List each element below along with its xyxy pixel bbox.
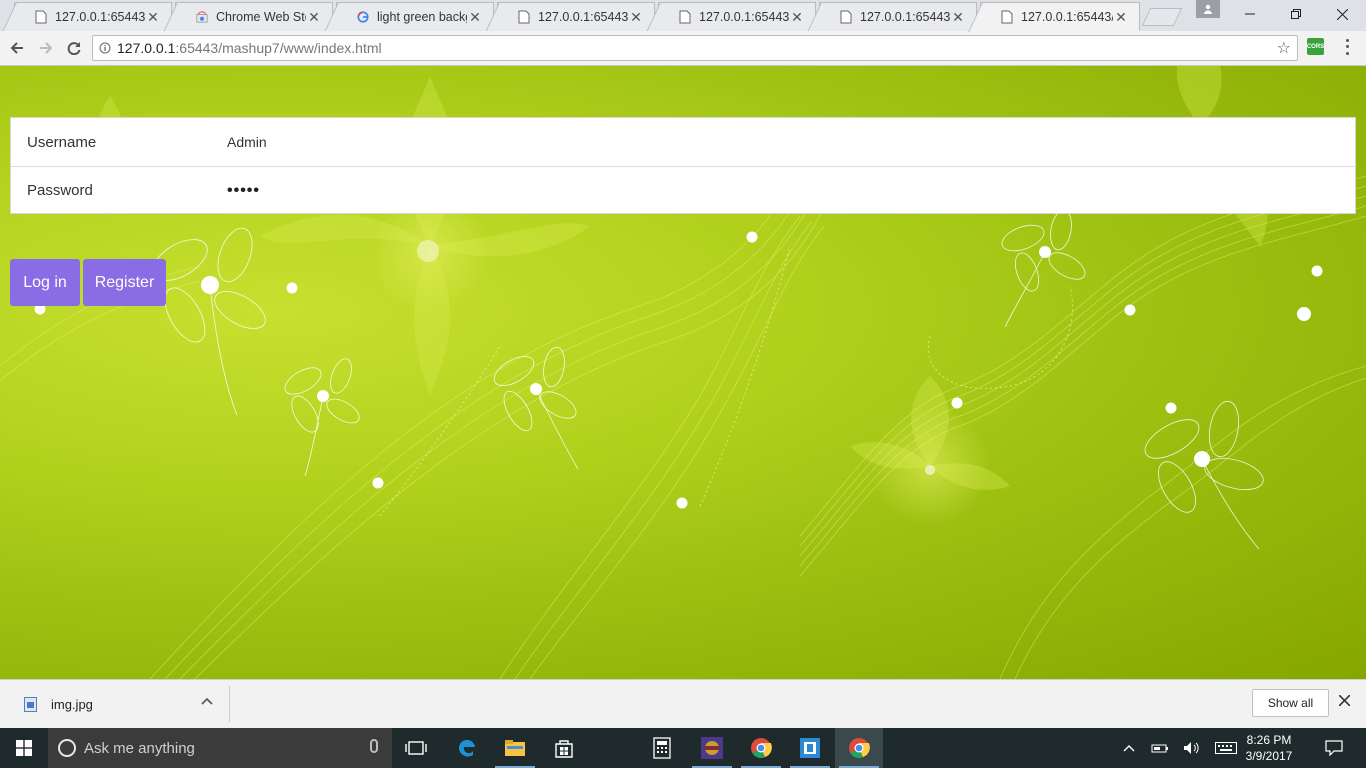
profile-icon[interactable] — [1196, 0, 1220, 18]
file-explorer-icon[interactable] — [491, 728, 539, 768]
volume-icon[interactable] — [1180, 728, 1204, 768]
windows-taskbar: Ask me anything 8:26 PM 3/9/2017 — [0, 728, 1366, 768]
url-host: 127.0.0.1 — [117, 40, 176, 56]
browser-tab[interactable]: Chrome Web Store ✕ — [175, 2, 333, 31]
back-arrow-icon — [10, 42, 23, 54]
new-tab-button[interactable] — [1141, 8, 1183, 26]
tab-title: 127.0.0.1:65443/ma — [1021, 10, 1113, 24]
google-icon — [357, 11, 369, 23]
tab-title: 127.0.0.1:65443/ma — [699, 10, 789, 24]
browser-tab[interactable]: 127.0.0.1:65443/ma ✕ — [658, 2, 816, 31]
close-tab-icon[interactable]: ✕ — [628, 9, 644, 26]
close-tab-icon[interactable]: ✕ — [1113, 9, 1129, 26]
forward-button[interactable] — [34, 36, 58, 60]
tab-title: Chrome Web Store — [216, 10, 306, 24]
store-icon[interactable] — [540, 728, 588, 768]
password-input[interactable]: ••••• — [227, 182, 260, 200]
reload-icon — [67, 42, 81, 55]
browser-tab[interactable]: 127.0.0.1:65443/ma ✕ — [819, 2, 977, 31]
keyboard-icon[interactable] — [1212, 728, 1240, 768]
login-form: Username Admin Password ••••• — [10, 117, 1356, 214]
tab-title: 127.0.0.1:65443/ma — [55, 10, 145, 24]
username-row: Username Admin — [11, 118, 1355, 166]
page-content: Username Admin Password ••••• Log in Reg… — [0, 66, 1366, 679]
chrome-menu-icon[interactable] — [1340, 37, 1354, 57]
page-icon — [35, 10, 47, 24]
url-path: :65443/mashup7/www/index.html — [175, 40, 382, 56]
minimize-icon — [1245, 13, 1255, 15]
restore-icon — [1291, 9, 1301, 19]
username-label: Username — [27, 133, 97, 151]
search-placeholder: Ask me anything — [84, 739, 195, 757]
remote-app-icon[interactable] — [786, 728, 834, 768]
browser-tab-active[interactable]: 127.0.0.1:65443/ma ✕ — [980, 2, 1140, 31]
page-icon — [679, 10, 691, 24]
calculator-icon[interactable] — [638, 728, 686, 768]
tab-title: light green backgr — [377, 10, 467, 24]
page-icon — [840, 10, 852, 24]
show-all-button[interactable]: Show all — [1252, 689, 1329, 717]
register-button[interactable]: Register — [83, 259, 166, 306]
browser-tab[interactable]: 127.0.0.1:65443/ma ✕ — [14, 2, 172, 31]
chevron-up-icon[interactable] — [201, 694, 213, 708]
username-input[interactable]: Admin — [227, 134, 267, 150]
system-clock[interactable]: 8:26 PM 3/9/2017 — [1244, 732, 1294, 764]
close-icon — [1336, 8, 1348, 20]
bookmark-star-icon[interactable]: ☆ — [1277, 38, 1291, 58]
close-tab-icon[interactable]: ✕ — [306, 9, 322, 26]
tab-title: 127.0.0.1:65443/ma — [538, 10, 628, 24]
windows-logo-icon — [16, 740, 32, 756]
chrome-web-store-icon — [196, 11, 208, 23]
clock-time: 8:26 PM — [1246, 733, 1292, 747]
info-icon[interactable] — [93, 42, 117, 54]
close-tab-icon[interactable]: ✕ — [467, 9, 483, 26]
close-window-button[interactable] — [1319, 0, 1365, 28]
address-bar[interactable]: 127.0.0.1:65443/mashup7/www/index.html ☆ — [92, 35, 1298, 61]
task-view-icon[interactable] — [392, 728, 440, 768]
close-tab-icon[interactable]: ✕ — [789, 9, 805, 26]
chrome-icon[interactable] — [737, 728, 785, 768]
chrome-active-icon[interactable] — [835, 728, 883, 768]
page-icon — [1001, 10, 1013, 24]
download-filename: img.jpg — [51, 696, 93, 712]
cors-extension-icon[interactable]: CORS — [1307, 38, 1324, 55]
tab-strip: 127.0.0.1:65443/ma ✕ Chrome Web Store ✕ … — [0, 0, 1366, 31]
minimize-button[interactable] — [1227, 0, 1273, 28]
restore-button[interactable] — [1273, 0, 1319, 28]
close-tab-icon[interactable]: ✕ — [145, 9, 161, 26]
login-button[interactable]: Log in — [10, 259, 80, 306]
clock-date: 3/9/2017 — [1245, 749, 1293, 763]
battery-icon[interactable] — [1148, 728, 1172, 768]
browser-tab[interactable]: light green backgr ✕ — [336, 2, 494, 31]
chevron-up-tray-icon[interactable] — [1118, 728, 1140, 768]
download-item[interactable]: img.jpg — [10, 686, 230, 722]
start-button[interactable] — [0, 728, 48, 768]
edge-browser-icon[interactable] — [443, 728, 491, 768]
close-shelf-icon[interactable] — [1338, 693, 1351, 711]
back-button[interactable] — [5, 36, 29, 60]
game-app-icon[interactable] — [688, 728, 736, 768]
page-icon — [518, 10, 530, 24]
browser-toolbar: 127.0.0.1:65443/mashup7/www/index.html ☆ — [0, 31, 1366, 66]
close-tab-icon[interactable]: ✕ — [950, 9, 966, 26]
password-label: Password — [27, 182, 93, 199]
tab-title: 127.0.0.1:65443/ma — [860, 10, 950, 24]
image-file-icon — [24, 696, 37, 712]
forward-arrow-icon — [40, 42, 53, 54]
microphone-icon[interactable] — [370, 739, 378, 753]
download-shelf: img.jpg Show all — [0, 679, 1366, 728]
cortana-search-box[interactable]: Ask me anything — [48, 728, 392, 768]
cortana-icon — [58, 739, 76, 757]
notifications-icon[interactable] — [1320, 728, 1348, 768]
reload-button[interactable] — [62, 36, 86, 60]
browser-tab[interactable]: 127.0.0.1:65443/ma ✕ — [497, 2, 655, 31]
password-row: Password ••••• — [11, 166, 1355, 214]
